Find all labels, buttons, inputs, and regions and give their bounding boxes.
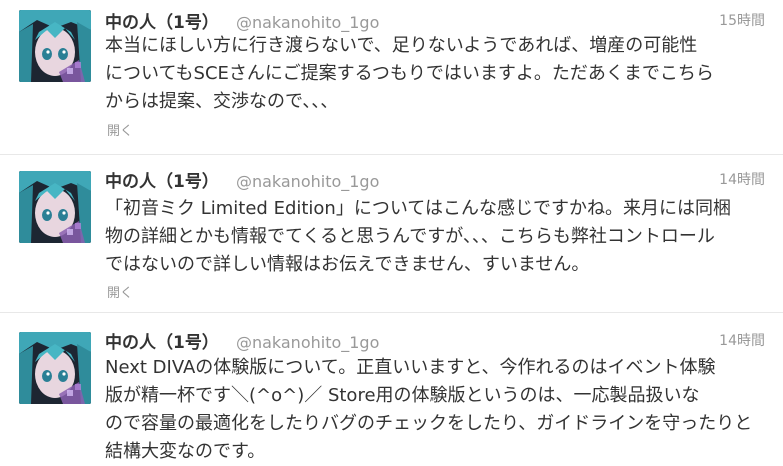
- user-name[interactable]: 中の人（1号）: [105, 172, 219, 192]
- tweet-header: 中の人（1号） @nakanohito_1go 14時間: [105, 328, 765, 353]
- avatar[interactable]: [19, 332, 91, 404]
- tweet-text-line: 「初音ミク Limited Edition」についてはこんな感じですかね。来月に…: [105, 198, 731, 219]
- tweet-item[interactable]: 中の人（1号） @nakanohito_1go 15時間 本当にほしい方に行き渡…: [0, 0, 783, 155]
- tweet-text-line: Next DIVAの体験版について。正直いいますと、今作れるのはイベント体験: [105, 357, 716, 378]
- tweet-text-line: からは提案、交渉なので、、、: [105, 91, 339, 112]
- avatar-icon: [19, 332, 91, 404]
- tweet-text-line: ではないので詳しい情報はお伝えできません、すいません。: [105, 254, 590, 275]
- expand-link[interactable]: 開く: [107, 120, 133, 139]
- user-name[interactable]: 中の人（1号）: [105, 13, 219, 33]
- tweet-text-line: ので容量の最適化をしたりバグのチェックをしたり、ガイドラインを守ったりと: [105, 413, 753, 434]
- tweet-text: 本当にほしい方に行き渡らないで、足りないようであれば、増産の可能性 についてもS…: [105, 32, 773, 116]
- tweet-timeline: 中の人（1号） @nakanohito_1go 15時間 本当にほしい方に行き渡…: [0, 0, 783, 465]
- tweet-text-line: 版が精一杯です＼(^o^)／ Store用の体験版というのは、一応製品扱いな: [105, 385, 700, 406]
- user-name[interactable]: 中の人（1号）: [105, 333, 219, 353]
- timestamp[interactable]: 14時間: [719, 169, 765, 189]
- tweet-text-line: 物の詳細とかも情報でてくると思うんですが、、、こちらも弊社コントロール: [105, 226, 715, 247]
- tweet-text-line: についてもSCEさんにご提案するつもりではいますよ。ただあくまでこちら: [105, 63, 714, 84]
- tweet-item[interactable]: 中の人（1号） @nakanohito_1go 14時間 「初音ミク Limit…: [0, 155, 783, 313]
- tweet-text: 「初音ミク Limited Edition」についてはこんな感じですかね。来月に…: [105, 195, 773, 279]
- avatar-icon: [19, 10, 91, 82]
- timestamp[interactable]: 15時間: [719, 10, 765, 30]
- user-handle[interactable]: @nakanohito_1go: [236, 172, 379, 191]
- avatar[interactable]: [19, 171, 91, 243]
- user-handle[interactable]: @nakanohito_1go: [236, 13, 379, 32]
- avatar-icon: [19, 171, 91, 243]
- expand-link[interactable]: 開く: [107, 282, 133, 301]
- timestamp[interactable]: 14時間: [719, 330, 765, 350]
- tweet-header: 中の人（1号） @nakanohito_1go 15時間: [105, 8, 765, 33]
- user-handle[interactable]: @nakanohito_1go: [236, 333, 379, 352]
- tweet-text-line: 結構大変なのです。: [105, 441, 266, 462]
- avatar[interactable]: [19, 10, 91, 82]
- tweet-header: 中の人（1号） @nakanohito_1go 14時間: [105, 167, 765, 192]
- tweet-item[interactable]: 中の人（1号） @nakanohito_1go 14時間 Next DIVAの体…: [0, 313, 783, 465]
- tweet-text: Next DIVAの体験版について。正直いいますと、今作れるのはイベント体験 版…: [105, 354, 773, 466]
- tweet-text-line: 本当にほしい方に行き渡らないで、足りないようであれば、増産の可能性: [105, 35, 698, 56]
